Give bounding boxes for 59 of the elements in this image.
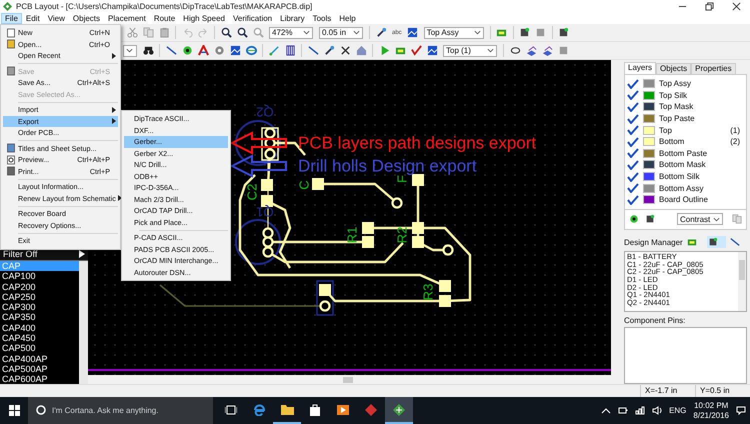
menu-item[interactable]: Help [335,13,360,24]
menu-item[interactable]: File [1,13,22,24]
layer-name: Bottom Mask [659,160,707,170]
component-label: C [296,180,312,190]
list-item[interactable]: CAP200 [0,282,79,292]
component-label: R2 [394,226,410,244]
menu-item[interactable]: Tools [308,13,336,24]
list-item[interactable]: CAP400AP [0,354,79,364]
tab[interactable]: Layers [624,62,656,74]
menu-item[interactable]: Route [150,13,180,24]
tab[interactable]: Properties [691,63,736,74]
list-item[interactable]: CAP500 [0,343,79,354]
section-title: Component Pins: [624,316,686,325]
component-label: F [394,175,410,183]
list-item[interactable]: CAP600AP [0,374,79,384]
layer-name: Bottom Silk [659,172,700,182]
menu-item[interactable]: Placement [104,13,150,24]
layer-dropdown[interactable]: Top (1) [443,44,497,56]
layer-name: Top Silk [659,90,688,100]
menu-item[interactable]: Library [276,13,309,24]
layer-count: (1) [730,126,740,135]
list-item[interactable]: CAP500AP [0,364,79,374]
list-item[interactable]: CAP250 [0,292,79,302]
clock[interactable]: 10:02 PM 8/21/2016 [693,400,729,420]
layer-name: Top Paste [659,114,696,124]
menu-item[interactable]: View [44,13,69,24]
menu-item[interactable]: Objects [68,13,104,24]
grid-dropdown[interactable]: 0.05 in [319,26,363,38]
layer-name: Board Outline [659,195,709,204]
menu-item[interactable]: Verification [228,13,276,24]
layer-name: Bottom [659,137,686,146]
component-label: Q2 [256,104,274,120]
layer-count: (2) [730,137,740,146]
view-layer-dropdown[interactable]: Top Assy [424,26,484,38]
annotation-text: PCB layers path designs export [298,134,536,152]
language-indicator[interactable]: ENG [669,406,686,415]
component-label: R1 [344,226,360,244]
section-title: Design Manager [624,238,683,247]
annotation-text: Drill holls Design export [298,156,477,176]
search-field[interactable]: I'm Cortana. Ask me anything. [28,397,213,424]
list-item[interactable]: CAP400 [0,322,79,334]
window-title: PCB Layout - [C:\Users\Champika\Documents\DipTrace\LabTest\MAKARAPCB.dip] [16,2,314,11]
layer-name: Top [659,126,673,135]
component-label: R3 [420,284,436,300]
component-label: Q1 [256,204,274,220]
menu-item[interactable]: Edit [22,13,44,24]
list-item[interactable]: CAP100 [0,271,79,282]
component-label: C2 [244,184,260,200]
menu-item[interactable]: High Speed [179,13,229,24]
layer-name: Top Mask [659,102,694,112]
layer-name: Top Assy [659,79,692,88]
contrast-dropdown[interactable]: Contrast [677,213,723,226]
zoom-dropdown[interactable]: 472% [269,26,313,38]
list-item[interactable]: CAP450 [0,333,79,344]
list-item[interactable]: CAP300 [0,302,79,312]
layer-name: Bottom Paste [659,148,708,158]
list-item[interactable]: CAP350 [0,312,79,323]
tab[interactable]: Objects [656,63,692,74]
layer-name: Bottom Assy [659,184,704,193]
